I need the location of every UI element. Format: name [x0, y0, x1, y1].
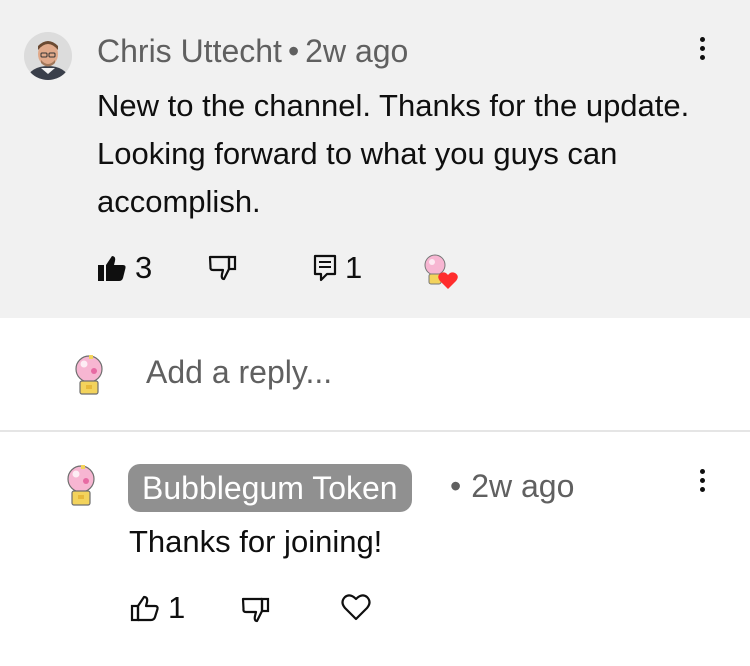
gumball-avatar — [72, 354, 106, 396]
heart-button[interactable] — [341, 593, 371, 621]
add-reply-input[interactable]: Add a reply... — [146, 354, 332, 391]
thumbs-down-icon — [208, 255, 237, 281]
thumbs-up-filled-icon — [98, 256, 126, 281]
comment-icon — [313, 254, 337, 282]
reply-time: 2w ago — [471, 468, 575, 504]
creator-name-badge[interactable]: Bubblegum Token — [128, 464, 412, 512]
reply-like-count: 1 — [168, 590, 186, 625]
reply-count: 1 — [345, 250, 363, 285]
reply-like-button[interactable]: 1 — [130, 590, 185, 626]
avatar[interactable] — [24, 32, 72, 80]
replies-button[interactable]: 1 — [313, 250, 362, 286]
gumball-avatar[interactable] — [64, 462, 98, 508]
meta-separator: • — [287, 33, 300, 69]
more-vertical-icon[interactable] — [692, 30, 712, 66]
divider — [0, 430, 750, 432]
reply-text: Thanks for joining! — [129, 524, 383, 559]
like-count: 3 — [135, 250, 153, 285]
heart-outline-icon — [341, 594, 371, 621]
add-reply-row[interactable] — [0, 318, 750, 430]
more-vertical-icon[interactable] — [692, 462, 712, 498]
comment-meta: Chris Uttecht • 2w ago — [97, 33, 408, 70]
creator-heart-icon — [418, 252, 462, 292]
thumbs-up-outline-icon — [130, 595, 159, 622]
comment-text: New to the channel. Thanks for the updat… — [97, 88, 690, 219]
reply-meta: • 2w ago — [450, 468, 574, 505]
meta-separator: • — [450, 468, 462, 504]
dislike-button[interactable] — [208, 255, 238, 281]
like-button[interactable]: 3 — [97, 250, 152, 286]
thumbs-down-icon — [241, 597, 270, 623]
reply-dislike-button[interactable] — [241, 597, 271, 623]
comment-author[interactable]: Chris Uttecht — [97, 33, 282, 69]
comment-time: 2w ago — [305, 33, 409, 69]
